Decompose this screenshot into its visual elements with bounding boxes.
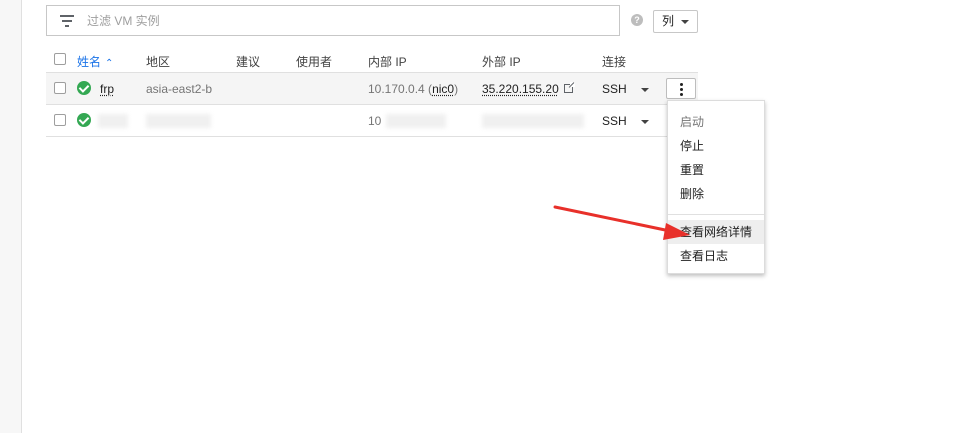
column-header-recommendation[interactable]: 建议 [236,53,260,70]
instance-external-ip[interactable]: 35.220.155.20 [482,82,575,96]
instance-internal-ip: 10.170.0.4 (nic0) [368,82,458,96]
table-row: frp asia-east2-b 10.170.0.4 (nic0) 35.22… [46,73,698,105]
menu-item-view-network-details[interactable]: 查看网络详情 [668,220,764,244]
redacted-external-ip [482,114,584,128]
column-header-name[interactable]: 姓名 ⌃ [77,53,113,70]
ssh-button[interactable]: SSH [602,82,627,96]
sort-ascending-icon: ⌃ [105,58,114,69]
select-all-checkbox[interactable] [54,53,66,65]
vm-instances-table: 姓名 ⌃ 地区 建议 使用者 内部 IP 外部 IP 连接 frp asia-ea… [46,47,698,137]
column-header-connect[interactable]: 连接 [602,53,626,70]
ssh-button[interactable]: SSH [602,114,627,128]
column-header-internal-ip[interactable]: 内部 IP [368,53,407,70]
instance-internal-ip: 10 [368,114,382,128]
instance-zone: asia-east2-b [146,82,213,96]
columns-dropdown-button[interactable]: 列 [653,10,698,33]
vm-filter-bar[interactable] [46,5,620,36]
filter-list-icon [60,15,74,27]
open-in-new-icon [563,82,575,93]
menu-item-stop[interactable]: 停止 [668,134,764,158]
instance-actions-menu: 启动 停止 重置 删除 查看网络详情 查看日志 [667,100,765,274]
redacted-internal-ip [386,114,446,128]
filter-input[interactable] [87,12,607,30]
annotation-arrow-shaft [553,205,672,233]
column-header-external-ip[interactable]: 外部 IP [482,53,521,70]
column-header-used-by[interactable]: 使用者 [296,53,332,70]
external-ip-link[interactable]: 35.220.155.20 [482,82,559,96]
column-header-zone[interactable]: 地区 [146,53,170,70]
status-running-icon [77,81,91,95]
chevron-down-icon [681,20,689,24]
redacted-name [98,114,128,128]
columns-label: 列 [662,14,675,28]
menu-item-reset[interactable]: 重置 [668,158,764,182]
nic-link[interactable]: nic0 [432,82,454,96]
table-row: 10 SSH [46,105,698,137]
menu-divider [668,214,764,215]
instance-name-link[interactable]: frp [100,82,114,96]
menu-item-delete[interactable]: 删除 [668,182,764,206]
redacted-zone [146,114,211,128]
ssh-dropdown-icon[interactable] [641,120,649,124]
internal-ip-close: ) [454,82,459,96]
help-icon[interactable]: ? [631,14,643,26]
ssh-dropdown-icon[interactable] [641,88,649,92]
table-header-row: 姓名 ⌃ 地区 建议 使用者 内部 IP 外部 IP 连接 [46,47,698,73]
menu-item-view-logs[interactable]: 查看日志 [668,244,764,268]
internal-ip-value: 10.170.0.4 ( [368,82,433,96]
left-nav-rail [0,0,22,433]
menu-item-start[interactable]: 启动 [668,110,764,134]
row-checkbox[interactable] [54,82,66,94]
column-name-label: 姓名 [77,55,102,69]
status-running-icon [77,113,91,127]
row-checkbox[interactable] [54,114,66,126]
more-actions-button[interactable] [666,78,696,99]
